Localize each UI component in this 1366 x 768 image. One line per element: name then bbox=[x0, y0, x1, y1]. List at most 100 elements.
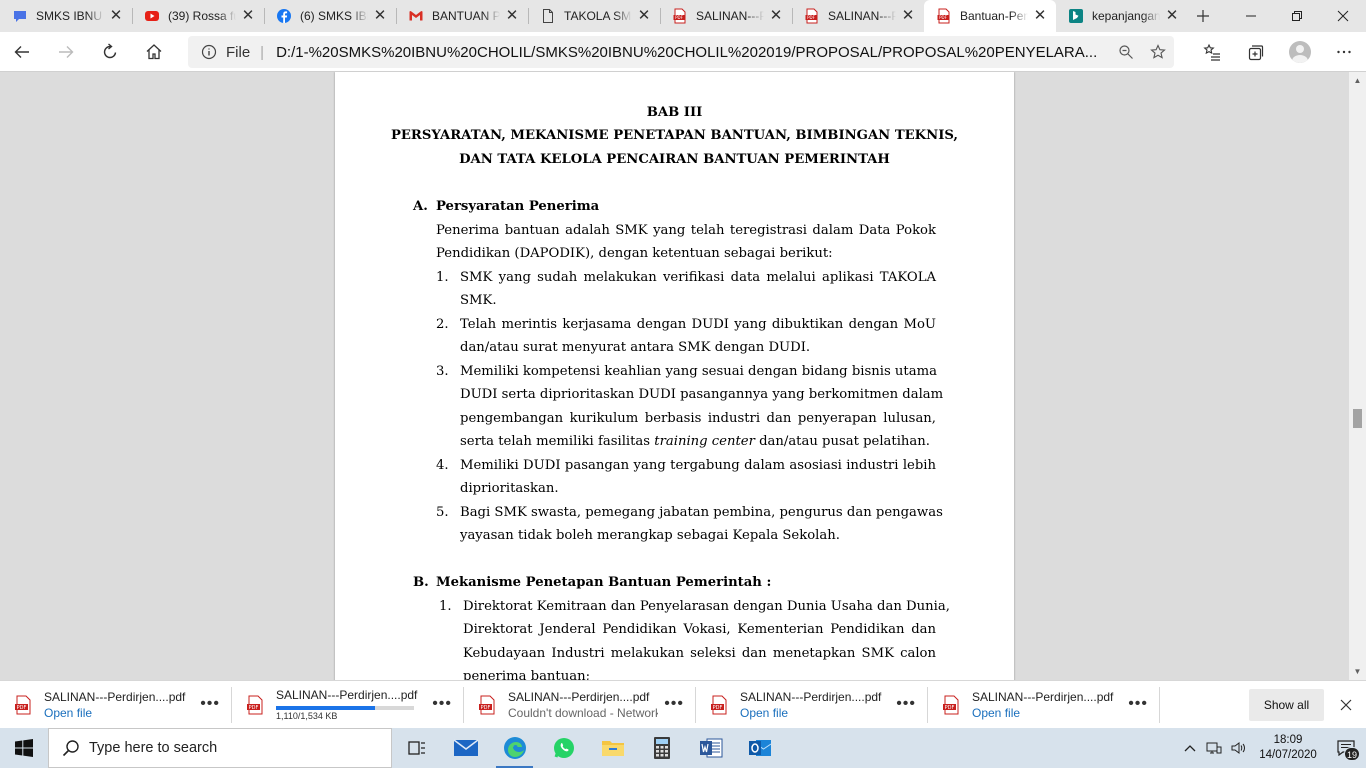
pdf-icon: PDF bbox=[804, 8, 820, 24]
favorites-button[interactable] bbox=[1190, 32, 1234, 72]
volume-icon[interactable] bbox=[1226, 728, 1250, 768]
close-tab-icon[interactable]: ✕ bbox=[1164, 8, 1180, 24]
minimize-button[interactable] bbox=[1228, 0, 1274, 32]
address-url[interactable]: D:/1-%20SMKS%20IBNU%20CHOLIL/SMKS%20IBNU… bbox=[276, 44, 1110, 61]
collections-button[interactable] bbox=[1234, 32, 1278, 72]
close-tab-icon[interactable]: ✕ bbox=[240, 8, 256, 24]
task-view-button[interactable] bbox=[392, 728, 441, 768]
scroll-down-arrow-icon[interactable]: ▼ bbox=[1349, 663, 1366, 680]
tab[interactable]: BANTUAN PEMERINTAH ✕ bbox=[396, 0, 528, 32]
restore-button[interactable] bbox=[1274, 0, 1320, 32]
scrollbar-thumb[interactable] bbox=[1353, 409, 1362, 428]
list-item-line: Kebudayaan Industri melakukan seleksi da… bbox=[463, 646, 936, 661]
close-tab-icon[interactable]: ✕ bbox=[108, 8, 124, 24]
zoom-icon[interactable] bbox=[1110, 36, 1142, 68]
new-tab-button[interactable] bbox=[1188, 0, 1218, 32]
edge-app-button[interactable] bbox=[490, 728, 539, 768]
pdf-file-icon: PDF bbox=[246, 695, 264, 715]
tab[interactable]: (6) SMKS IBNU CHOLIL ✕ bbox=[264, 0, 396, 32]
file-explorer-button[interactable] bbox=[588, 728, 637, 768]
word-icon bbox=[699, 738, 722, 758]
open-file-link[interactable]: Open file bbox=[972, 706, 1122, 720]
close-tab-icon[interactable]: ✕ bbox=[504, 8, 520, 24]
refresh-button[interactable] bbox=[88, 32, 132, 72]
tab-title: SMKS IBNU CHOLIL bbox=[36, 9, 104, 23]
settings-more-button[interactable] bbox=[1322, 32, 1366, 72]
forward-button[interactable] bbox=[44, 32, 88, 72]
taskbar-clock[interactable]: 18:09 14/07/2020 bbox=[1250, 733, 1326, 763]
notification-count-badge: 19 bbox=[1343, 747, 1360, 761]
bing-icon bbox=[1068, 8, 1084, 24]
download-item[interactable]: PDF SALINAN---Perdirjen....pdf Couldn't … bbox=[464, 681, 696, 729]
tab[interactable]: TAKOLA SMK ✕ bbox=[528, 0, 660, 32]
close-window-button[interactable] bbox=[1320, 0, 1366, 32]
list-number: 1. bbox=[436, 270, 449, 285]
outlook-icon bbox=[748, 740, 771, 756]
section-a-letter: A. bbox=[413, 199, 428, 214]
download-filename: SALINAN---Perdirjen....pdf bbox=[44, 689, 186, 704]
italic-term: training center bbox=[654, 434, 755, 449]
svg-text:PDF: PDF bbox=[481, 704, 491, 710]
outlook-app-button[interactable] bbox=[735, 728, 784, 768]
list-item-line: Direktorat Jenderal Pendidikan Vokasi, K… bbox=[463, 622, 936, 637]
tab-title: kepanjangan takola bbox=[1092, 9, 1160, 23]
vertical-scrollbar[interactable]: ▲ ▼ bbox=[1349, 72, 1366, 680]
download-item[interactable]: PDF SALINAN---Perdirjen....pdf Open file… bbox=[928, 681, 1160, 729]
whatsapp-icon bbox=[553, 738, 574, 758]
more-options-icon[interactable]: ••• bbox=[432, 695, 452, 713]
pdf-viewer[interactable]: BAB III PERSYARATAN, MEKANISME PENETAPAN… bbox=[0, 72, 1366, 680]
more-options-icon[interactable]: ••• bbox=[1128, 695, 1148, 713]
list-item-line: Telah merintis kerjasama dengan DUDI yan… bbox=[460, 317, 936, 332]
info-icon[interactable] bbox=[200, 43, 218, 61]
tab[interactable]: PDF SALINAN---Perdirjen ✕ bbox=[660, 0, 792, 32]
download-item[interactable]: PDF SALINAN---Perdirjen....pdf Open file… bbox=[696, 681, 928, 729]
download-item[interactable]: PDF SALINAN---Perdirjen....pdf Open file… bbox=[0, 681, 232, 729]
more-options-icon[interactable]: ••• bbox=[896, 695, 916, 713]
tab[interactable]: SMKS IBNU CHOLIL ✕ bbox=[0, 0, 132, 32]
tab[interactable]: PDF SALINAN---Perdirjen ✕ bbox=[792, 0, 924, 32]
scroll-up-arrow-icon[interactable]: ▲ bbox=[1349, 72, 1366, 89]
chevron-up-icon[interactable] bbox=[1178, 728, 1202, 768]
tab[interactable]: (39) Rossa full album ✕ bbox=[132, 0, 264, 32]
list-item-line: Memiliki DUDI pasangan yang tergabung da… bbox=[460, 458, 936, 473]
more-icon bbox=[1337, 50, 1351, 54]
tab-active[interactable]: PDF Bantuan-Pemerintah ✕ bbox=[924, 0, 1056, 32]
more-options-icon[interactable]: ••• bbox=[664, 695, 684, 713]
profile-button[interactable] bbox=[1278, 32, 1322, 72]
back-button[interactable] bbox=[0, 32, 44, 72]
tab-strip: SMKS IBNU CHOLIL ✕ (39) Rossa full album… bbox=[0, 0, 1366, 32]
close-tab-icon[interactable]: ✕ bbox=[1032, 8, 1048, 24]
close-downloads-button[interactable] bbox=[1334, 689, 1358, 721]
pdf-page: BAB III PERSYARATAN, MEKANISME PENETAPAN… bbox=[335, 72, 1014, 680]
taskbar-search-box[interactable]: Type here to search bbox=[48, 728, 392, 768]
search-placeholder: Type here to search bbox=[89, 740, 218, 756]
network-icon[interactable] bbox=[1202, 728, 1226, 768]
download-item[interactable]: PDF SALINAN---Perdirjen....pdf 1,110/1,5… bbox=[232, 681, 464, 729]
home-button[interactable] bbox=[132, 32, 176, 72]
open-file-link[interactable]: Open file bbox=[44, 706, 194, 720]
close-tab-icon[interactable]: ✕ bbox=[372, 8, 388, 24]
calculator-app-button[interactable] bbox=[637, 728, 686, 768]
favorite-star-icon[interactable] bbox=[1142, 36, 1174, 68]
pdf-file-icon: PDF bbox=[942, 695, 960, 715]
start-button[interactable] bbox=[0, 728, 48, 768]
word-app-button[interactable] bbox=[686, 728, 735, 768]
system-tray: 18:09 14/07/2020 19 bbox=[1178, 728, 1366, 768]
arrow-right-icon bbox=[59, 45, 74, 58]
close-tab-icon[interactable]: ✕ bbox=[768, 8, 784, 24]
open-file-link[interactable]: Open file bbox=[740, 706, 890, 720]
action-center-button[interactable]: 19 bbox=[1326, 728, 1366, 768]
close-tab-icon[interactable]: ✕ bbox=[900, 8, 916, 24]
list-number: 3. bbox=[436, 364, 449, 379]
tab-title: TAKOLA SMK bbox=[564, 9, 632, 23]
search-icon bbox=[61, 738, 81, 758]
tab[interactable]: kepanjangan takola ✕ bbox=[1056, 0, 1188, 32]
show-all-button[interactable]: Show all bbox=[1249, 689, 1324, 721]
svg-text:PDF: PDF bbox=[17, 704, 27, 710]
address-bar[interactable]: File | D:/1-%20SMKS%20IBNU%20CHOLIL/SMKS… bbox=[188, 36, 1174, 68]
whatsapp-app-button[interactable] bbox=[539, 728, 588, 768]
close-tab-icon[interactable]: ✕ bbox=[636, 8, 652, 24]
mail-app-button[interactable] bbox=[441, 728, 490, 768]
address-scheme-label: File bbox=[226, 43, 251, 61]
more-options-icon[interactable]: ••• bbox=[200, 695, 220, 713]
